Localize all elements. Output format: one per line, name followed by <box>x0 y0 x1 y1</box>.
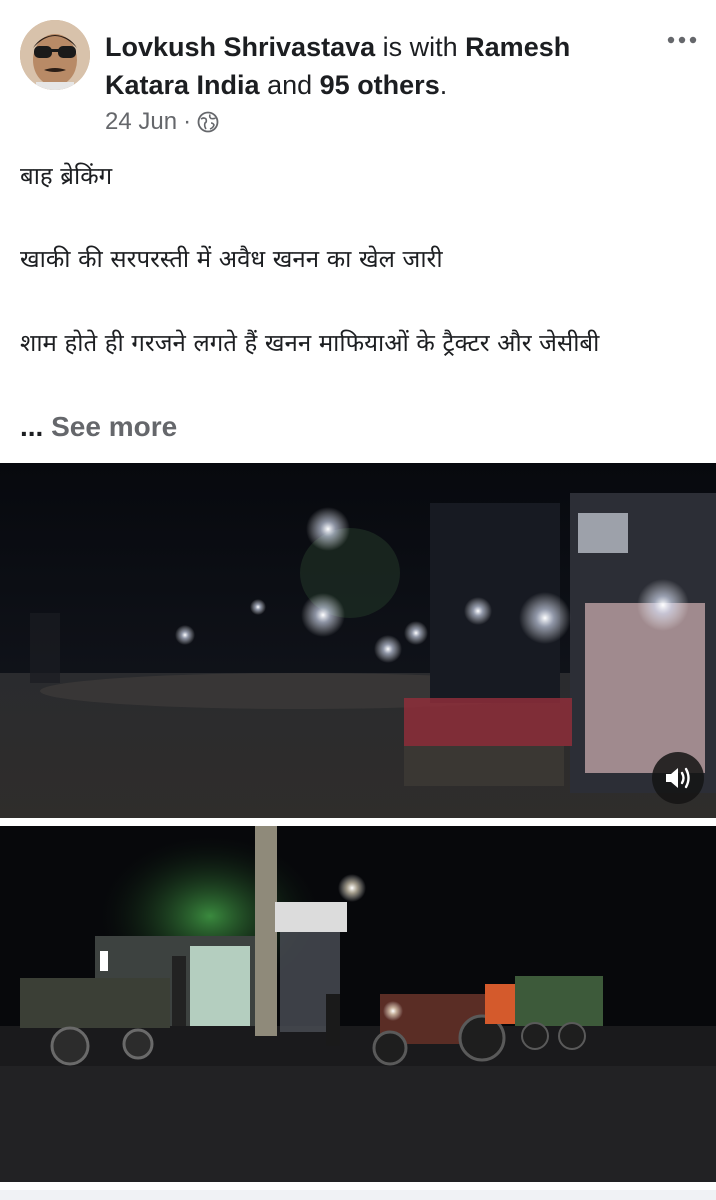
author-name-link[interactable]: Lovkush Shrivastava <box>105 32 375 62</box>
and-text: and <box>267 70 313 100</box>
post-header: Lovkush Shrivastava is with Ramesh Katar… <box>0 0 716 150</box>
see-more-link[interactable]: See more <box>51 411 177 442</box>
globe-icon[interactable] <box>197 111 219 133</box>
ellipsis-text: ... <box>20 411 44 442</box>
more-options-button[interactable] <box>664 22 700 58</box>
see-more-row: ... See more <box>20 407 177 447</box>
post-photo[interactable] <box>0 826 716 1182</box>
video-frame-night-street <box>0 463 716 818</box>
author-avatar[interactable] <box>20 20 90 90</box>
post-date-link[interactable]: 24 Jun <box>105 108 177 136</box>
avatar-image <box>20 20 90 90</box>
post-video[interactable] <box>0 463 716 818</box>
post-divider <box>0 1190 716 1200</box>
photo-night-tractors <box>0 826 716 1182</box>
more-options-icon <box>667 36 697 44</box>
tagged-others-link[interactable]: 95 others <box>320 70 440 100</box>
post-line-1: बाह ब्रेकिंग <box>20 162 113 190</box>
post-meta: 24 Jun · <box>105 106 219 138</box>
with-text: is with <box>382 32 458 62</box>
post-line-3: शाम होते ही गरजने लगते हैं खनन माफियाओं … <box>20 329 600 357</box>
volume-icon <box>666 767 690 789</box>
post-author-line: Lovkush Shrivastava is with Ramesh Katar… <box>105 28 655 104</box>
meta-separator: · <box>183 108 192 135</box>
post-line-2: खाकी की सरपरस्ती में अवैध खनन का खेल जार… <box>20 245 443 273</box>
volume-button[interactable] <box>652 752 704 804</box>
period-text: . <box>439 70 448 100</box>
